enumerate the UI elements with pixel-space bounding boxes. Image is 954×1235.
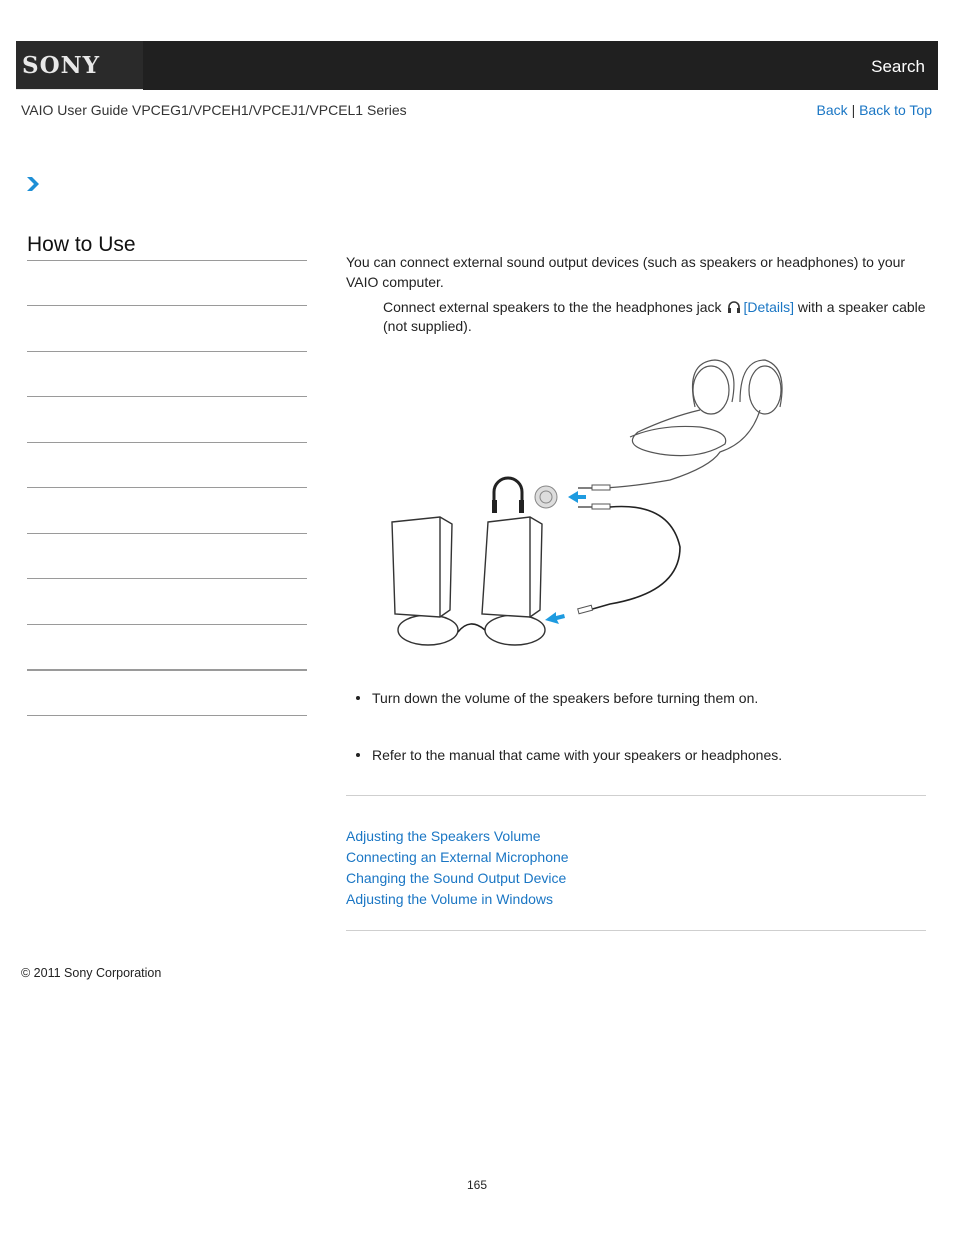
headphones-image <box>601 359 783 489</box>
right-speaker <box>481 516 546 646</box>
sidebar-item-3[interactable] <box>27 396 307 397</box>
related-link[interactable]: Adjusting the Speakers Volume <box>346 826 569 847</box>
note-item: Refer to the manual that came with your … <box>356 747 782 763</box>
arrow-to-jack <box>568 491 586 503</box>
sidebar-item-2[interactable] <box>27 351 307 352</box>
nav-separator: | <box>851 102 856 118</box>
speaker-cable <box>577 503 681 615</box>
step-paragraph: Connect external speakers to the the hea… <box>383 298 933 336</box>
sidebar-item-9[interactable] <box>27 669 307 671</box>
back-to-top-link[interactable]: Back to Top <box>859 102 932 118</box>
speaker-link-cable <box>457 623 486 633</box>
speaker-headphone-illustration <box>391 359 783 646</box>
sidebar-item-10[interactable] <box>27 715 307 716</box>
bullet-icon <box>356 696 360 700</box>
headphones-plug <box>578 484 611 491</box>
search-link[interactable]: Search <box>871 57 925 77</box>
sidebar-divider <box>27 260 307 261</box>
sidebar-item-7[interactable] <box>27 578 307 579</box>
divider <box>346 930 926 931</box>
divider <box>346 795 926 796</box>
left-speaker <box>391 516 459 646</box>
top-navigation: Back | Back to Top <box>817 102 932 118</box>
intro-paragraph: You can connect external sound output de… <box>346 254 906 290</box>
back-link[interactable]: Back <box>817 102 848 118</box>
arrow-to-speaker <box>545 612 565 624</box>
sidebar-item-4[interactable] <box>27 442 307 443</box>
sony-logo: SONY <box>22 52 101 79</box>
headphone-jack-port <box>534 485 558 509</box>
main-content: You can connect external sound output de… <box>346 252 926 334</box>
logo-box: SONY <box>16 41 143 90</box>
sidebar-item-1[interactable] <box>27 305 307 306</box>
sidebar-item-6[interactable] <box>27 533 307 534</box>
guide-title: VAIO User Guide VPCEG1/VPCEH1/VPCEJ1/VPC… <box>21 102 407 118</box>
related-topics: Adjusting the Speakers Volume Connecting… <box>346 826 569 910</box>
copyright: © 2011 Sony Corporation <box>21 966 162 980</box>
related-link[interactable]: Connecting an External Microphone <box>346 847 569 868</box>
details-link[interactable]: [Details] <box>743 299 794 315</box>
page-number: 165 <box>466 1178 488 1192</box>
related-link[interactable]: Changing the Sound Output Device <box>346 868 569 889</box>
headphone-jack-symbol <box>492 476 524 513</box>
sidebar-title: How to Use <box>27 233 136 256</box>
step-text: Connect external speakers to the the hea… <box>383 299 722 315</box>
headphones-icon <box>728 301 741 313</box>
sidebar-item-5[interactable] <box>27 487 307 488</box>
related-link[interactable]: Adjusting the Volume in Windows <box>346 889 569 910</box>
note-item: Turn down the volume of the speakers bef… <box>356 690 758 706</box>
breadcrumb-chevron-icon[interactable] <box>26 176 40 192</box>
header-bar: SONY Search <box>16 41 938 90</box>
sidebar-item-8[interactable] <box>27 624 307 625</box>
bullet-icon <box>356 753 360 757</box>
